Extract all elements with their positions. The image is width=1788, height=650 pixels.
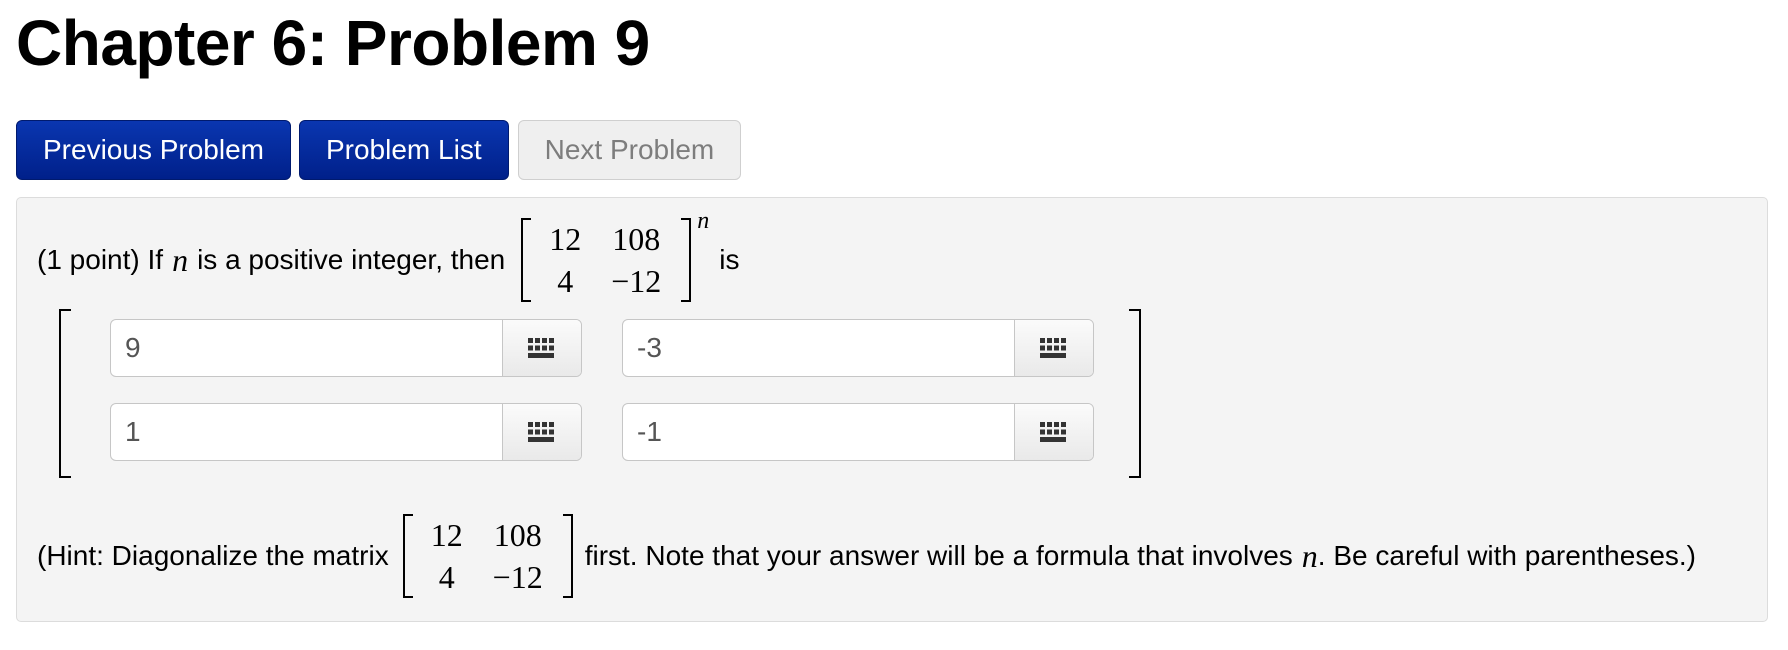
math-palette-button[interactable] <box>1014 320 1093 376</box>
question-suffix: is <box>719 244 740 275</box>
question-variable: n <box>172 241 189 278</box>
math-palette-button[interactable] <box>502 404 581 460</box>
matrix-cell: −12 <box>492 559 543 595</box>
hint-before: (Hint: Diagonalize the matrix <box>37 540 389 571</box>
answer-field-r1c1: 9 <box>110 319 582 377</box>
answer-matrix-right-bracket <box>1129 309 1141 478</box>
keyboard-grid-icon <box>528 422 554 442</box>
matrix-cell: 12 <box>430 517 463 553</box>
previous-problem-button[interactable]: Previous Problem <box>16 120 291 180</box>
question-middle: is a positive integer, then <box>197 244 506 275</box>
hint-after: first. Note that your answer will be a f… <box>584 540 1293 571</box>
page-title: Chapter 6: Problem 9 <box>16 7 650 79</box>
hint-matrix: 12 108 4 −12 <box>402 514 573 598</box>
hint-variable: n <box>1301 537 1318 574</box>
matrix-cell: 4 <box>438 559 455 595</box>
problem-list-button[interactable]: Problem List <box>298 120 509 180</box>
question-prefix: (1 point) If <box>37 244 164 275</box>
math-palette-button[interactable] <box>1014 404 1093 460</box>
answer-input-r2c1[interactable]: 1 <box>111 404 502 460</box>
answer-matrix-left-bracket <box>59 309 71 478</box>
keyboard-grid-icon <box>1040 338 1066 358</box>
matrix-exponent: n <box>697 208 710 234</box>
hint-text: (Hint: Diagonalize the matrix 12 108 4 −… <box>37 514 1696 598</box>
answer-field-r1c2: -3 <box>622 319 1094 377</box>
next-problem-button: Next Problem <box>517 120 742 180</box>
hint-end: . Be careful with parentheses.) <box>1317 540 1696 571</box>
matrix-right-bracket <box>562 514 573 598</box>
question-matrix: 12 108 4 −12 n <box>521 208 709 302</box>
matrix-cell: 108 <box>493 517 542 553</box>
matrix-left-bracket <box>521 218 532 302</box>
problem-body: (1 point) If n is a positive integer, th… <box>16 197 1768 622</box>
matrix-right-bracket <box>681 218 692 302</box>
math-palette-button[interactable] <box>502 320 581 376</box>
keyboard-grid-icon <box>528 338 554 358</box>
matrix-cell: 4 <box>557 263 574 299</box>
answer-input-r2c2[interactable]: -1 <box>623 404 1014 460</box>
question-text: (1 point) If n is a positive integer, th… <box>37 208 740 302</box>
matrix-left-bracket <box>402 514 413 598</box>
problem-navigation: Previous Problem Problem List Next Probl… <box>16 120 742 180</box>
matrix-cell: −12 <box>611 263 662 299</box>
answer-input-r1c2[interactable]: -3 <box>623 320 1014 376</box>
answer-field-r2c2: -1 <box>622 403 1094 461</box>
matrix-cell: 108 <box>612 221 661 257</box>
matrix-cell: 12 <box>549 221 582 257</box>
keyboard-grid-icon <box>1040 422 1066 442</box>
answer-field-r2c1: 1 <box>110 403 582 461</box>
answer-input-r1c1[interactable]: 9 <box>111 320 502 376</box>
